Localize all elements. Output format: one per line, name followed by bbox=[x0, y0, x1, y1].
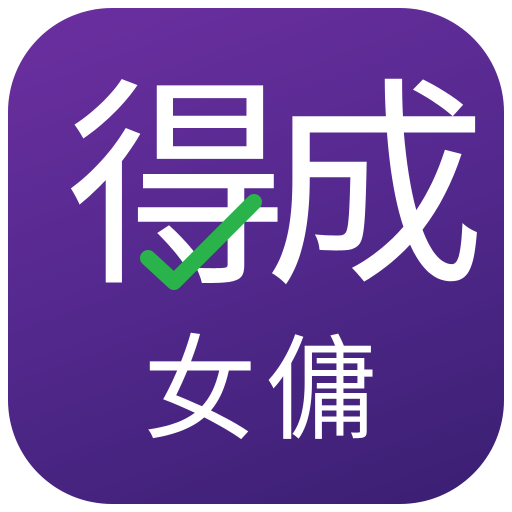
app-icon[interactable]: 得 成 女 傭 bbox=[8, 8, 504, 504]
checkmark-icon bbox=[140, 194, 262, 290]
char-nu: 女 bbox=[142, 324, 257, 457]
char-yong: 傭 bbox=[264, 324, 379, 457]
char-cheng: 成 bbox=[264, 60, 486, 318]
